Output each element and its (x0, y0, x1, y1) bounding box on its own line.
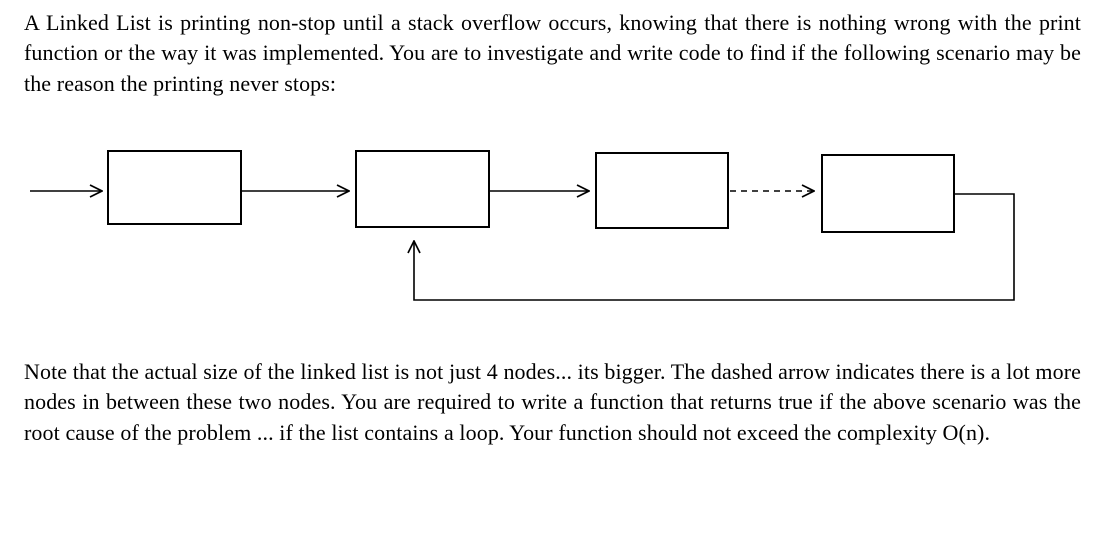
edge-node4-node2-backedge (414, 194, 1014, 300)
node-3 (596, 153, 728, 228)
node-1 (108, 151, 241, 224)
linked-list-diagram (24, 129, 1081, 339)
problem-paragraph-1: A Linked List is printing non-stop until… (24, 8, 1081, 99)
problem-paragraph-2: Note that the actual size of the linked … (24, 357, 1081, 448)
node-2 (356, 151, 489, 227)
node-4 (822, 155, 954, 232)
